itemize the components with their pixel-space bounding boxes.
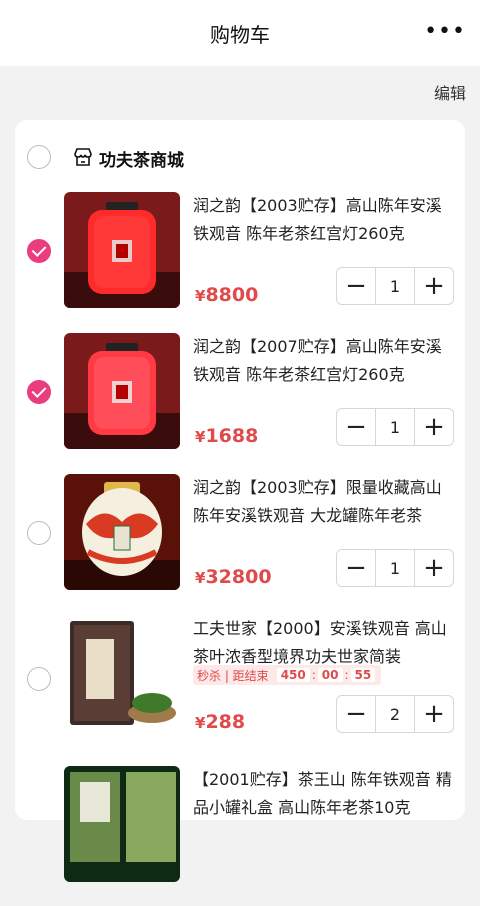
quantity-input[interactable]: 2 — [375, 696, 415, 732]
countdown-seconds: 55 — [350, 668, 376, 682]
decrease-button[interactable]: − — [337, 550, 375, 586]
product-price: ¥8800 — [195, 284, 259, 306]
more-icon[interactable]: ••• — [424, 21, 466, 43]
increase-button[interactable]: + — [415, 268, 453, 304]
product-name[interactable]: 工夫世家【2000】安溪铁观音 高山茶叶浓香型境界功夫世家简装 — [193, 615, 455, 671]
product-name[interactable]: 【2001贮存】茶王山 陈年铁观音 精品小罐礼盒 高山陈年老茶10克 — [193, 766, 455, 822]
increase-button[interactable]: + — [415, 409, 453, 445]
product-price: ¥32800 — [195, 566, 272, 588]
cart-item: 润之韵【2007贮存】高山陈年安溪铁观音 陈年老茶红宫灯260克 ¥1688 −… — [15, 333, 465, 473]
item-checkbox[interactable] — [27, 667, 51, 691]
increase-button[interactable]: + — [415, 696, 453, 732]
decrease-button[interactable]: − — [337, 268, 375, 304]
edit-button[interactable]: 编辑 — [434, 80, 466, 104]
shop-card: 功夫茶商城 润之韵【2003贮存】高山陈年安溪铁观音 陈年老茶红宫灯260克 ¥… — [15, 120, 465, 882]
product-image[interactable] — [64, 766, 180, 882]
page-title: 购物车 — [210, 22, 270, 47]
item-checkbox[interactable] — [27, 521, 51, 545]
cart-item: 润之韵【2003贮存】高山陈年安溪铁观音 陈年老茶红宫灯260克 ¥8800 −… — [15, 192, 465, 332]
quantity-input[interactable]: 1 — [375, 550, 415, 586]
cart-item: 【2001贮存】茶王山 陈年铁观音 精品小罐礼盒 高山陈年老茶10克 — [15, 766, 465, 906]
quantity-input[interactable]: 1 — [375, 268, 415, 304]
product-price: ¥1688 — [195, 425, 259, 447]
product-image[interactable] — [64, 474, 180, 590]
product-name[interactable]: 润之韵【2003贮存】限量收藏高山陈年安溪铁观音 大龙罐陈年老茶 — [193, 474, 455, 530]
quantity-stepper: − 1 + — [336, 549, 454, 587]
top-bar: 购物车 ••• — [0, 0, 480, 66]
flash-sale-countdown: 秒杀 | 距结束 450 : 00 : 55 — [193, 665, 382, 685]
product-image[interactable] — [64, 192, 180, 308]
product-name[interactable]: 润之韵【2003贮存】高山陈年安溪铁观音 陈年老茶红宫灯260克 — [193, 192, 455, 248]
item-checkbox[interactable] — [27, 380, 51, 404]
shop-header: 功夫茶商城 — [15, 120, 465, 190]
shop-name[interactable]: 功夫茶商城 — [99, 146, 184, 171]
countdown-minutes: 00 — [317, 668, 343, 682]
increase-button[interactable]: + — [415, 550, 453, 586]
product-image[interactable] — [64, 333, 180, 449]
decrease-button[interactable]: − — [337, 409, 375, 445]
decrease-button[interactable]: − — [337, 696, 375, 732]
product-price: ¥288 — [195, 711, 246, 733]
item-checkbox[interactable] — [27, 239, 51, 263]
quantity-stepper: − 1 + — [336, 267, 454, 305]
quantity-stepper: − 1 + — [336, 408, 454, 446]
cart-item: 润之韵【2003贮存】限量收藏高山陈年安溪铁观音 大龙罐陈年老茶 ¥32800 … — [15, 474, 465, 614]
product-name[interactable]: 润之韵【2007贮存】高山陈年安溪铁观音 陈年老茶红宫灯260克 — [193, 333, 455, 389]
quantity-stepper: − 2 + — [336, 695, 454, 733]
flash-sale-label: 秒杀 | 距结束 — [197, 668, 269, 683]
cart-item: 工夫世家【2000】安溪铁观音 高山茶叶浓香型境界功夫世家简装 秒杀 | 距结束… — [15, 615, 465, 755]
store-icon — [74, 148, 92, 166]
quantity-input[interactable]: 1 — [375, 409, 415, 445]
shop-select-checkbox[interactable] — [27, 145, 51, 169]
product-image[interactable] — [64, 617, 180, 733]
countdown-hours: 450 — [276, 668, 310, 682]
